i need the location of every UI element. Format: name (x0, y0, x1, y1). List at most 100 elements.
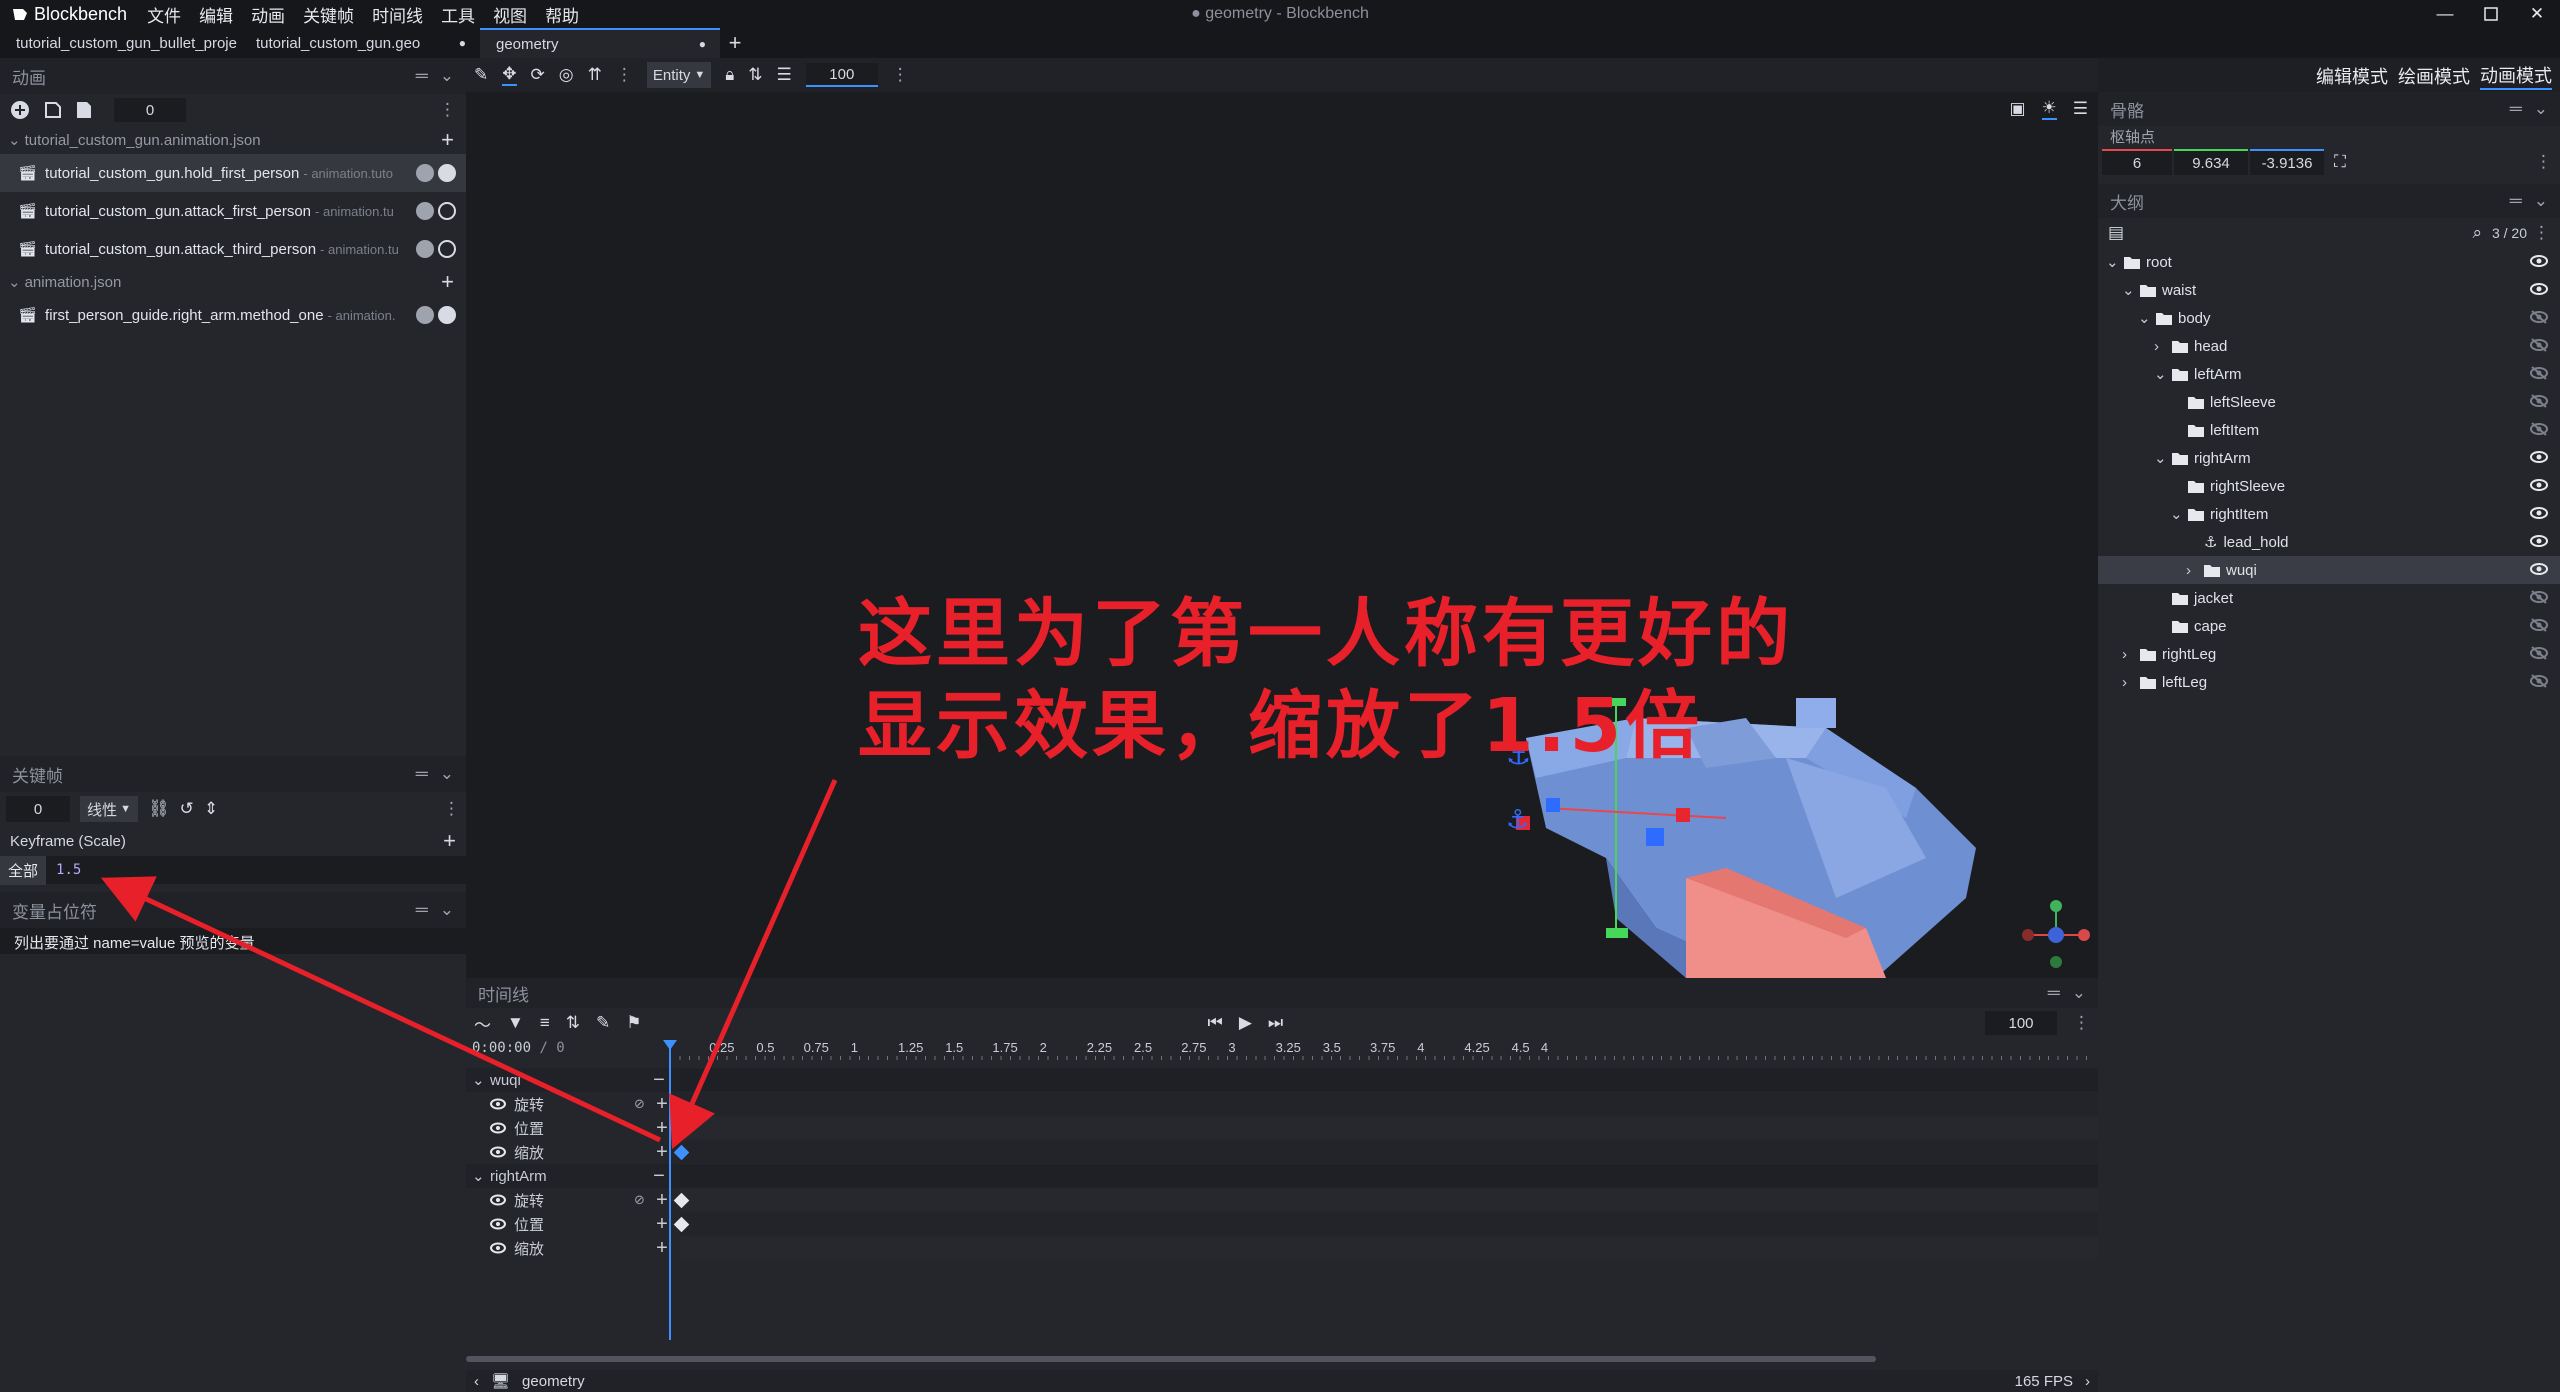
menu-edit[interactable]: 编辑 (199, 2, 233, 27)
menu-tools[interactable]: 工具 (441, 2, 475, 27)
collapse-chevron-icon[interactable]: ⌄ (2072, 983, 2086, 1003)
minimize-icon[interactable]: — (2422, 0, 2468, 28)
timeline-length-field[interactable]: 100 (1985, 1011, 2057, 1035)
eye-icon[interactable] (2530, 449, 2548, 465)
tab-geometry[interactable]: geometry ● (480, 28, 720, 58)
panel-menu-icon[interactable]: ═ (416, 66, 428, 86)
eye-icon[interactable] (490, 1218, 508, 1230)
indent-icon[interactable]: ☰ (777, 65, 792, 85)
screenshot-icon[interactable]: ▣ (2009, 99, 2025, 119)
eye-icon[interactable] (2530, 253, 2548, 269)
add-group-icon[interactable]: ▤ (2108, 223, 2124, 243)
channel-track[interactable] (673, 1213, 2098, 1235)
marker-flag-icon[interactable]: ⚑ (626, 1013, 641, 1033)
skip-forward-icon[interactable]: ⏭ (1268, 1013, 1283, 1033)
more-options-icon[interactable]: ⋮ (439, 100, 456, 120)
rotate-tool-icon[interactable]: ⟳ (531, 65, 545, 85)
unsaved-dot-icon[interactable]: ● (699, 37, 706, 51)
play-toggle-icon[interactable] (438, 240, 456, 258)
playhead[interactable] (669, 1040, 671, 1340)
channels-icon[interactable]: ≡ (540, 1013, 550, 1033)
menu-animation[interactable]: 动画 (251, 2, 285, 27)
toolbar-value-field[interactable]: 100 (805, 63, 878, 87)
pivot-tool-icon[interactable]: ◎ (559, 65, 574, 85)
load-animation-file-icon[interactable] (44, 101, 62, 119)
panel-menu-icon[interactable]: ═ (2048, 983, 2060, 1003)
channel-track[interactable] (680, 1237, 2098, 1259)
collapse-chevron-icon[interactable]: ⌄ (440, 66, 454, 86)
outliner-node-rightItem[interactable]: ⌄ rightItem (2098, 500, 2560, 528)
timeline-channel-row[interactable]: 位置 + (466, 1116, 2098, 1140)
pivot-x-field[interactable]: 6 (2102, 149, 2172, 175)
eye-icon[interactable] (490, 1242, 508, 1254)
save-check-icon[interactable] (416, 306, 434, 324)
add-animation-plus-icon[interactable]: + (441, 127, 454, 153)
panel-menu-icon[interactable]: ═ (416, 900, 428, 920)
chevron-left-icon[interactable]: ‹ (474, 1373, 479, 1390)
chevron-down-icon[interactable]: ⌄ (2154, 449, 2168, 467)
eye-off-icon[interactable] (2530, 337, 2548, 353)
filter-icon[interactable]: ▼ (507, 1013, 524, 1033)
timeline-channel-row[interactable]: 旋转 ⊘ + (466, 1188, 2098, 1212)
save-animation-icon[interactable] (76, 101, 92, 119)
lighting-sun-icon[interactable]: ☀ (2041, 98, 2057, 120)
sort-icon[interactable]: ⇅ (748, 65, 762, 85)
transform-space-icon[interactable]: ⇈ (588, 65, 602, 85)
chevron-down-icon[interactable]: ⌄ (466, 1167, 486, 1185)
play-icon[interactable]: ▶ (1239, 1013, 1252, 1033)
eye-icon[interactable] (490, 1194, 508, 1206)
channel-track[interactable] (680, 1117, 2098, 1139)
more-options-icon[interactable]: ⋮ (443, 799, 460, 819)
edit-pencil-icon[interactable]: ✎ (596, 1013, 610, 1033)
play-toggle-icon[interactable] (438, 202, 456, 220)
animation-item[interactable]: 🎬︎ tutorial_custom_gun.attack_first_pers… (0, 192, 466, 230)
outliner-node-rightLeg[interactable]: › rightLeg (2098, 640, 2560, 668)
pivot-z-field[interactable]: -3.9136 (2250, 149, 2324, 175)
outliner-node-leftLeg[interactable]: › leftLeg (2098, 668, 2560, 696)
mute-channel-icon[interactable]: ⊘ (634, 1096, 652, 1112)
save-check-icon[interactable] (416, 202, 434, 220)
paint-mode-tab[interactable]: 绘画模式 (2398, 63, 2470, 89)
chevron-down-icon[interactable]: ⌄ (2154, 365, 2168, 383)
interpolation-select[interactable]: 线性 ▼ (80, 796, 138, 822)
reset-icon[interactable]: ↺ (180, 799, 194, 819)
new-tab-plus-icon[interactable]: + (720, 28, 750, 58)
menu-keyframe[interactable]: 关键帧 (303, 2, 354, 27)
channel-track[interactable] (680, 1093, 2098, 1115)
eye-icon[interactable] (490, 1122, 508, 1134)
chevron-right-icon[interactable]: › (2085, 1373, 2090, 1390)
keyframe-diamond-icon[interactable] (673, 1216, 690, 1233)
animation-file-group[interactable]: ⌄ tutorial_custom_gun.animation.json + (0, 126, 466, 154)
eye-off-icon[interactable] (2530, 365, 2548, 381)
eye-icon[interactable] (2530, 477, 2548, 493)
outliner-node-lead_hold[interactable]: ⚓ lead_hold (2098, 528, 2560, 556)
scale-value-input[interactable]: 1.5 (56, 862, 81, 878)
eye-icon[interactable] (2530, 533, 2548, 549)
outliner-node-body[interactable]: ⌄ body (2098, 304, 2560, 332)
bone-track[interactable] (680, 1069, 2098, 1091)
chevron-down-icon[interactable]: ⌄ (2122, 281, 2136, 299)
eye-off-icon[interactable] (2530, 645, 2548, 661)
more-options-icon[interactable]: ⋮ (2533, 223, 2550, 243)
pose-tool-icon[interactable]: ✎ (474, 65, 488, 85)
animation-item[interactable]: 🎬︎ tutorial_custom_gun.hold_first_person… (0, 154, 466, 192)
chevron-down-icon[interactable]: ⌄ (8, 132, 21, 149)
eye-off-icon[interactable] (2530, 393, 2548, 409)
chevron-right-icon[interactable]: › (2154, 338, 2168, 355)
eye-icon[interactable] (490, 1098, 508, 1110)
outliner-node-leftArm[interactable]: ⌄ leftArm (2098, 360, 2560, 388)
collapse-chevron-icon[interactable]: ⌄ (2534, 99, 2548, 119)
tab-gun-geo[interactable]: tutorial_custom_gun.geo ● (240, 28, 480, 58)
keyframe-diamond-icon[interactable] (673, 1192, 690, 1209)
save-check-icon[interactable] (416, 240, 434, 258)
chevron-down-icon[interactable]: ⌄ (2138, 309, 2152, 327)
animation-file-group[interactable]: ⌄ animation.json + (0, 268, 466, 296)
channel-track[interactable] (673, 1141, 2098, 1163)
search-icon[interactable]: ⌕ (2472, 223, 2482, 243)
timeline-scrollbar[interactable] (466, 1356, 1876, 1362)
collapse-chevron-icon[interactable]: ⌄ (440, 764, 454, 784)
timeline-bone-row[interactable]: ⌄ rightArm − (466, 1164, 2098, 1188)
eye-icon[interactable] (2530, 281, 2548, 297)
outliner-node-rightArm[interactable]: ⌄ rightArm (2098, 444, 2560, 472)
timeline-channel-row[interactable]: 旋转 ⊘ + (466, 1092, 2098, 1116)
